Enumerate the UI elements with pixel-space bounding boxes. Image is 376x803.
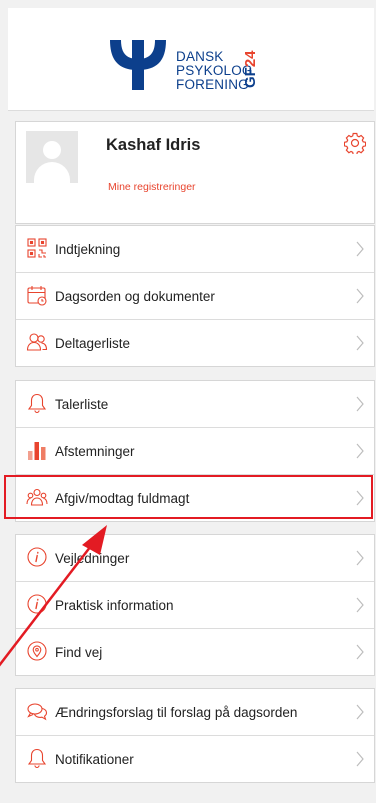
avatar-head bbox=[43, 141, 61, 159]
bar-chart-icon bbox=[28, 442, 46, 460]
chevron-right-icon bbox=[356, 550, 364, 566]
menu-item-label: Notifikationer bbox=[55, 752, 134, 767]
menu-item-talerliste[interactable]: Talerliste bbox=[16, 381, 374, 428]
menu-group-information: Vejledninger Praktisk information Find v… bbox=[15, 534, 375, 676]
chat-bubbles-icon bbox=[27, 703, 48, 721]
info-icon bbox=[27, 594, 47, 614]
event-label: GF24 bbox=[242, 50, 259, 88]
menu-item-aendringsforslag[interactable]: Ændringsforslag til forslag på dagsorden bbox=[16, 689, 374, 736]
menu-item-label: Vejledninger bbox=[55, 551, 130, 566]
menu-item-praktisk-information[interactable]: Praktisk information bbox=[16, 582, 374, 629]
event-gf: GF bbox=[242, 67, 259, 88]
menu-item-label: Dagsorden og dokumenter bbox=[55, 289, 215, 304]
event-year: 24 bbox=[242, 50, 259, 68]
avatar bbox=[26, 131, 78, 183]
chevron-right-icon bbox=[356, 751, 364, 767]
menu-item-label: Deltagerliste bbox=[55, 336, 131, 351]
menu-item-afstemninger[interactable]: Afstemninger bbox=[16, 428, 374, 475]
chevron-right-icon bbox=[356, 288, 364, 304]
app-header: DANSK PSYKOLOG FORENING GF24 bbox=[8, 8, 374, 111]
chevron-right-icon bbox=[356, 704, 364, 720]
chevron-right-icon bbox=[356, 644, 364, 660]
profile-name: Kashaf Idris bbox=[106, 136, 201, 154]
psi-logo-icon bbox=[110, 40, 166, 90]
avatar-shoulders bbox=[34, 162, 70, 183]
calendar-icon bbox=[27, 286, 47, 306]
people-icon bbox=[26, 333, 48, 351]
menu-item-dagsorden[interactable]: Dagsorden og dokumenter bbox=[16, 273, 374, 320]
location-pin-icon bbox=[27, 641, 47, 661]
chevron-right-icon bbox=[356, 335, 364, 351]
bell-icon bbox=[27, 748, 47, 769]
menu-item-find-vej[interactable]: Find vej bbox=[16, 629, 374, 675]
menu-item-vejledninger[interactable]: Vejledninger bbox=[16, 535, 374, 582]
annotation-highlight-box bbox=[4, 475, 373, 519]
chevron-right-icon bbox=[356, 597, 364, 613]
menu-item-label: Afstemninger bbox=[55, 444, 135, 459]
qr-code-icon bbox=[27, 238, 47, 258]
chevron-right-icon bbox=[356, 241, 364, 257]
menu-item-label: Talerliste bbox=[55, 397, 109, 412]
dansk-psykolog-forening-logo: DANSK PSYKOLOG FORENING GF24 bbox=[106, 36, 286, 92]
gear-icon[interactable] bbox=[344, 132, 366, 154]
bell-icon bbox=[27, 393, 47, 414]
menu-item-label: Find vej bbox=[55, 645, 103, 660]
info-icon bbox=[27, 547, 47, 567]
menu-item-label: Indtjekning bbox=[55, 242, 121, 257]
menu-group-other: Ændringsforslag til forslag på dagsorden… bbox=[15, 688, 375, 783]
menu-item-label: Ændringsforslag til forslag på dagsorden bbox=[55, 705, 298, 720]
my-registrations-link[interactable]: Mine registreringer bbox=[108, 181, 196, 193]
profile-card: Kashaf Idris Mine registreringer bbox=[15, 121, 375, 224]
chevron-right-icon bbox=[356, 396, 364, 412]
menu-item-deltagerliste[interactable]: Deltagerliste bbox=[16, 320, 374, 366]
chevron-right-icon bbox=[356, 443, 364, 459]
menu-item-notifikationer[interactable]: Notifikationer bbox=[16, 736, 374, 782]
menu-group-registration: Indtjekning Dagsorden og dokumenter Delt… bbox=[15, 225, 375, 367]
menu-item-label: Praktisk information bbox=[55, 598, 174, 613]
menu-item-indtjekning[interactable]: Indtjekning bbox=[16, 226, 374, 273]
